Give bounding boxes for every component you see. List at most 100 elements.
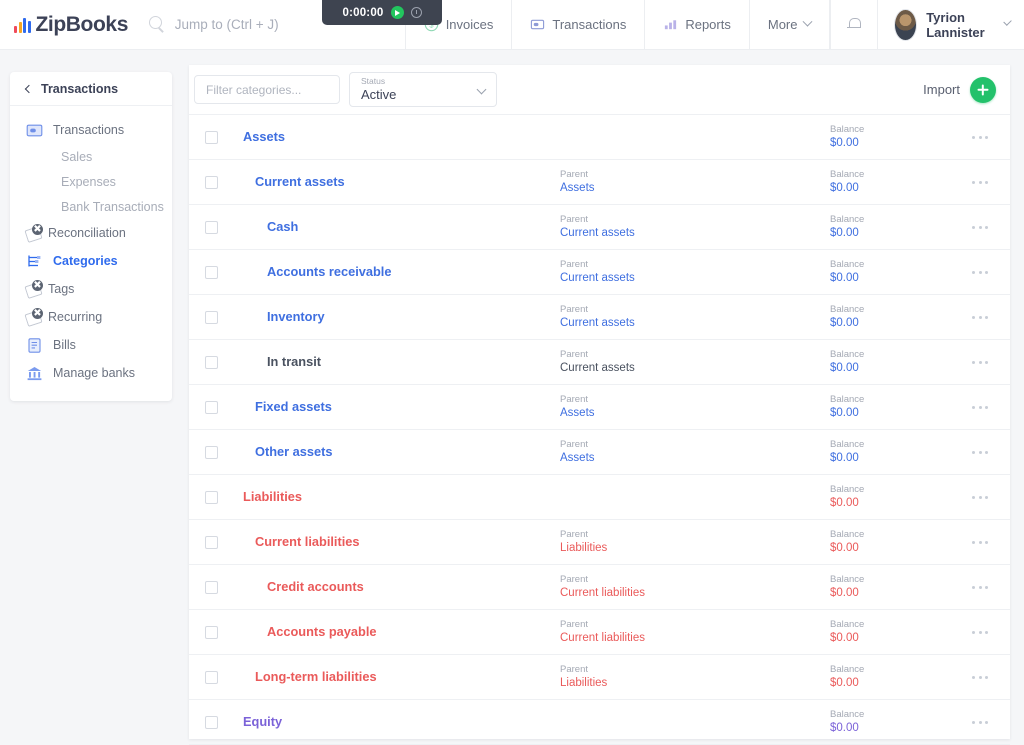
sidebar-item-recurring[interactable]: Recurring [10,303,172,331]
table-row[interactable]: CashParentCurrent assetsBalance$0.00 [189,205,1010,250]
table-row[interactable]: In transitParentCurrent assetsBalance$0.… [189,340,1010,385]
sidebar-item-transactions[interactable]: Transactions [10,116,172,144]
row-options-button[interactable] [950,676,1010,679]
parent-value-link[interactable]: Current assets [560,271,830,286]
category-name-link[interactable]: Accounts receivable [267,264,391,279]
balance-cell: Balance$0.00 [830,168,950,196]
more-options-icon [972,496,988,499]
parent-value-link[interactable]: Current assets [560,226,830,241]
broken-image-icon [26,281,43,298]
row-checkbox[interactable] [205,401,218,414]
sidebar-item-bank-transactions[interactable]: Bank Transactions [10,194,172,219]
table-row[interactable]: Accounts payableParentCurrent liabilitie… [189,610,1010,655]
row-checkbox[interactable] [205,671,218,684]
row-checkbox[interactable] [205,581,218,594]
row-checkbox[interactable] [205,221,218,234]
category-name-link[interactable]: Long-term liabilities [255,669,377,684]
category-name-link[interactable]: Fixed assets [255,399,332,414]
table-row[interactable]: EquityBalance$0.00 [189,700,1010,745]
filter-categories-input[interactable] [194,75,340,104]
sidebar-item-expenses[interactable]: Expenses [10,169,172,194]
row-checkbox[interactable] [205,536,218,549]
category-name-link[interactable]: Credit accounts [267,579,364,594]
sidebar-item-tags[interactable]: Tags [10,275,172,303]
row-options-button[interactable] [950,406,1010,409]
table-row[interactable]: Long-term liabilitiesParentLiabilitiesBa… [189,655,1010,700]
status-filter-select[interactable]: Status Active [349,72,497,107]
row-options-button[interactable] [950,451,1010,454]
parent-value-link[interactable]: Current liabilities [560,586,830,601]
category-name-link[interactable]: Liabilities [243,489,302,504]
table-row[interactable]: Current liabilitiesParentLiabilitiesBala… [189,520,1010,565]
timer-widget[interactable]: 0:00:00 [322,0,442,25]
row-options-button[interactable] [950,586,1010,589]
category-name-link[interactable]: Inventory [267,309,325,324]
parent-value-link[interactable]: Current assets [560,361,830,376]
notifications-button[interactable] [830,0,878,50]
reset-timer-icon[interactable] [411,7,422,18]
row-checkbox[interactable] [205,446,218,459]
parent-value-link[interactable]: Assets [560,451,830,466]
row-checkbox[interactable] [205,491,218,504]
row-options-button[interactable] [950,316,1010,319]
parent-value-link[interactable]: Assets [560,181,830,196]
sidebar-item-sales[interactable]: Sales [10,144,172,169]
table-row[interactable]: Other assetsParentAssetsBalance$0.00 [189,430,1010,475]
nav-item-reports[interactable]: Reports [644,0,749,50]
user-profile-menu[interactable]: Tyrion Lannister [878,0,1024,50]
category-name-link[interactable]: Cash [267,219,298,234]
categories-panel: Status Active Import AssetsBalance$0.00C… [189,65,1010,739]
row-options-button[interactable] [950,721,1010,724]
row-options-button[interactable] [950,181,1010,184]
parent-value-link[interactable]: Current liabilities [560,631,830,646]
row-checkbox[interactable] [205,176,218,189]
category-name-link[interactable]: Current assets [255,174,345,189]
category-name-link[interactable]: Other assets [255,444,333,459]
brand-logo[interactable]: ZipBooks [0,13,131,37]
category-name-link[interactable]: Assets [243,129,285,144]
plus-icon[interactable] [970,77,996,103]
table-row[interactable]: Credit accountsParentCurrent liabilities… [189,565,1010,610]
parent-value-link[interactable]: Liabilities [560,541,830,556]
sidebar-back-header[interactable]: Transactions [10,72,172,106]
row-checkbox[interactable] [205,356,218,369]
parent-value-link[interactable]: Liabilities [560,676,830,691]
category-name-link: In transit [267,354,321,369]
nav-item-transactions[interactable]: Transactions [511,0,644,50]
nav-item-more[interactable]: More [749,0,831,50]
category-name-link[interactable]: Accounts payable [267,624,377,639]
sidebar-item-reconciliation[interactable]: Reconciliation [10,219,172,247]
row-checkbox[interactable] [205,716,218,729]
category-name-link[interactable]: Current liabilities [255,534,360,549]
row-options-button[interactable] [950,361,1010,364]
play-icon[interactable] [391,6,404,19]
table-row[interactable]: Fixed assetsParentAssetsBalance$0.00 [189,385,1010,430]
parent-value-link[interactable]: Current assets [560,316,830,331]
table-row[interactable]: AssetsBalance$0.00 [189,115,1010,160]
sidebar-item-manage-banks[interactable]: Manage banks [10,359,172,387]
more-options-icon [972,721,988,724]
sidebar-item-categories[interactable]: Categories [10,247,172,275]
category-name-cell: Fixed assets [225,398,560,416]
sidebar-item-label: Recurring [48,310,102,324]
table-row[interactable]: LiabilitiesBalance$0.00 [189,475,1010,520]
sidebar-item-label: Reconciliation [48,226,126,240]
row-checkbox[interactable] [205,266,218,279]
row-checkbox[interactable] [205,626,218,639]
sidebar-item-bills[interactable]: Bills [10,331,172,359]
table-row[interactable]: Accounts receivableParentCurrent assetsB… [189,250,1010,295]
table-row[interactable]: InventoryParentCurrent assetsBalance$0.0… [189,295,1010,340]
row-options-button[interactable] [950,271,1010,274]
import-button[interactable]: Import [923,77,996,103]
row-options-button[interactable] [950,496,1010,499]
row-options-button[interactable] [950,226,1010,229]
row-options-button[interactable] [950,631,1010,634]
parent-value-link[interactable]: Assets [560,406,830,421]
row-checkbox[interactable] [205,131,218,144]
row-options-button[interactable] [950,541,1010,544]
category-name-link[interactable]: Equity [243,714,282,729]
balance-value: $0.00 [830,226,950,241]
table-row[interactable]: Current assetsParentAssetsBalance$0.00 [189,160,1010,205]
row-options-button[interactable] [950,136,1010,139]
row-checkbox[interactable] [205,311,218,324]
